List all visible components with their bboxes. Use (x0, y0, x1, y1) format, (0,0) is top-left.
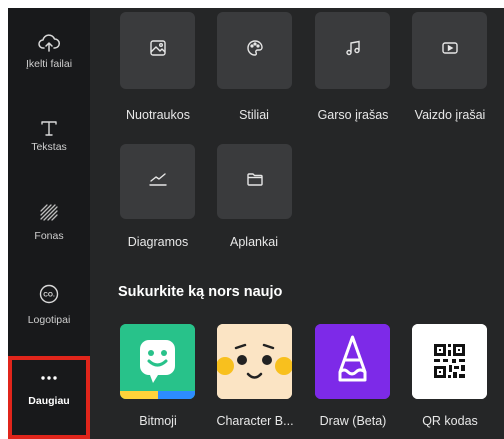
sidebar-item-text[interactable]: Tekstas (8, 114, 90, 174)
sidebar-item-label: Tekstas (31, 141, 67, 153)
app-label: QR kodas (422, 414, 478, 428)
app-label: Character B... (216, 414, 294, 428)
app-bitmoji[interactable] (120, 324, 195, 399)
app-qr-code[interactable] (412, 324, 487, 399)
sidebar-item-label: Įkelti failai (25, 58, 73, 70)
app-draw[interactable] (315, 324, 390, 399)
sidebar-item-background[interactable]: Fonas (8, 198, 90, 258)
draw-pencil-icon (315, 324, 390, 399)
folder-icon (246, 171, 264, 192)
tile-folders[interactable] (217, 144, 292, 219)
music-note-icon (344, 39, 362, 62)
line-chart-icon (148, 171, 168, 192)
svg-text:CO.: CO. (43, 292, 55, 299)
tile-label: Diagramos (127, 235, 189, 249)
tile-charts[interactable] (120, 144, 195, 219)
sidebar-item-more[interactable]: Daugiau (8, 368, 90, 428)
bitmoji-icon (120, 324, 195, 399)
character-face-icon (217, 324, 292, 399)
tile-label: Aplankai (230, 235, 278, 249)
background-pattern-icon (8, 198, 90, 226)
text-icon (8, 114, 90, 142)
sidebar-item-label: Daugiau (28, 395, 70, 407)
section-title: Sukurkite ką nors naujo (118, 284, 283, 300)
video-icon (441, 40, 459, 61)
sidebar-item-uploads[interactable]: Įkelti failai (8, 30, 90, 90)
tile-label: Stiliai (239, 108, 269, 122)
sidebar-item-label: Logotipai (27, 314, 71, 326)
sidebar-item-label: Fonas (34, 230, 64, 242)
tile-videos[interactable] (412, 12, 487, 89)
sidebar-item-logos[interactable]: CO. Logotipai (8, 280, 90, 340)
app-character-builder[interactable] (217, 324, 292, 399)
editor-frame: Įkelti failai Tekstas Fonas CO. Logotipa… (0, 0, 504, 439)
image-icon (149, 39, 167, 62)
sidebar: Įkelti failai Tekstas Fonas CO. Logotipa… (8, 8, 90, 439)
tile-photos[interactable] (120, 12, 195, 89)
palette-icon (246, 39, 264, 62)
tile-styles[interactable] (217, 12, 292, 89)
more-dots-icon (8, 368, 90, 388)
tile-label: Vaizdo įrašai (414, 108, 486, 122)
tile-label: Nuotraukos (126, 108, 190, 122)
tile-label: Garso įrašas (317, 108, 389, 122)
tile-audio[interactable] (315, 12, 390, 89)
cloud-upload-icon (8, 30, 90, 58)
app-label: Bitmoji (139, 414, 177, 428)
logo-icon: CO. (8, 280, 90, 308)
app-label: Draw (Beta) (319, 414, 387, 428)
qr-code-icon (412, 324, 487, 399)
